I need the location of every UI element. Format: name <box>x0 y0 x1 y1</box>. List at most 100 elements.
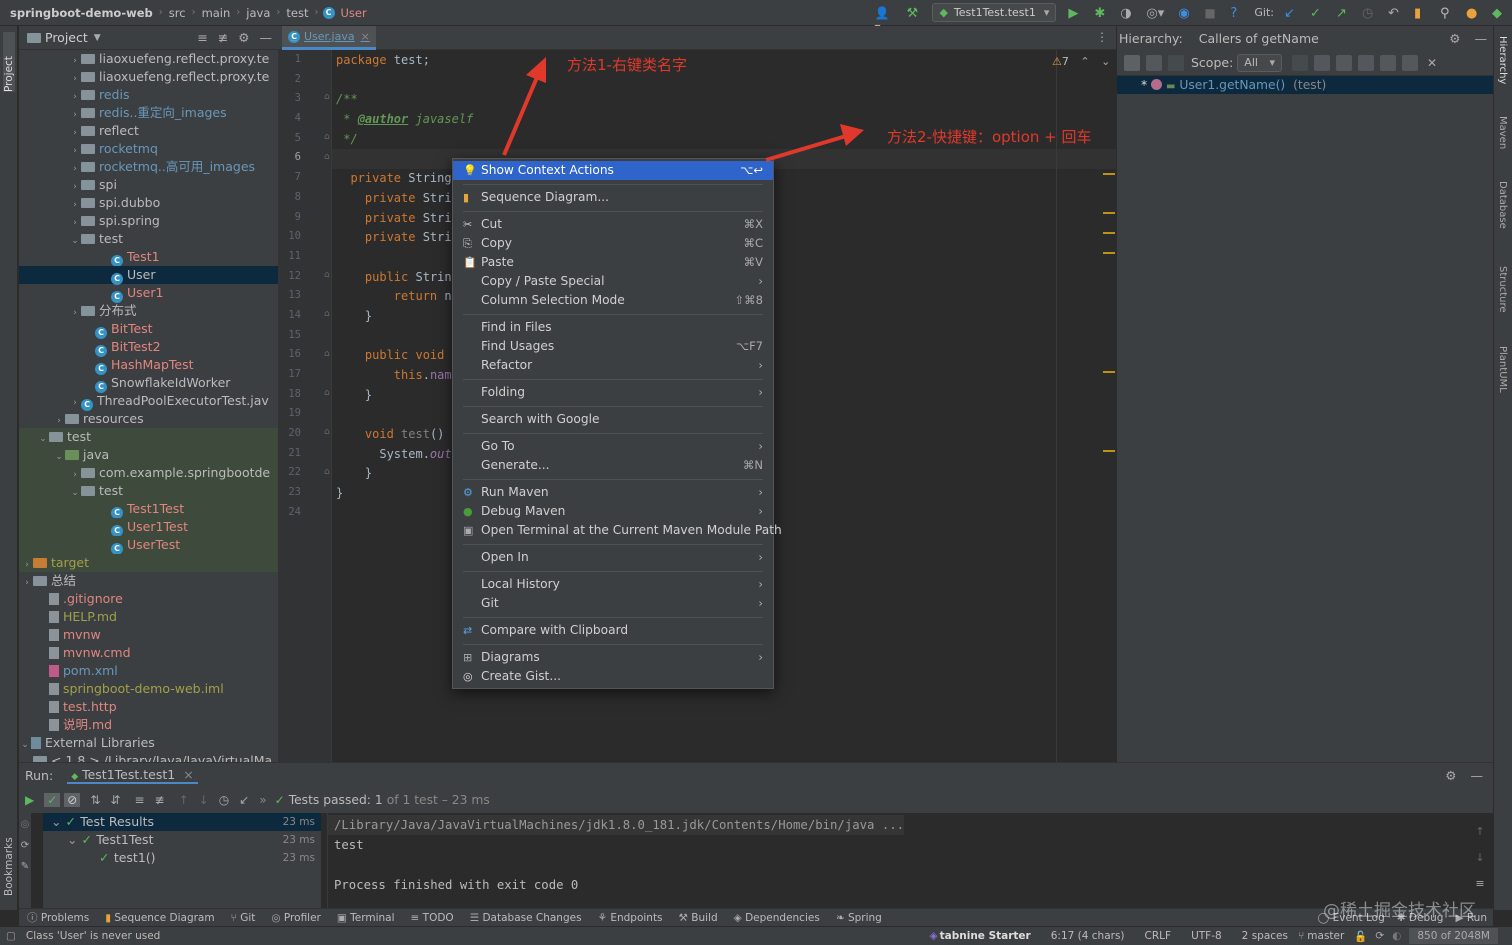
fold-marker-icon[interactable]: ⌂ <box>324 388 330 398</box>
fold-marker-icon[interactable]: ⌂ <box>324 427 330 437</box>
caret-position[interactable]: 6:17 (4 chars) <box>1051 930 1125 942</box>
tree-item[interactable]: ⌄ test <box>19 230 278 248</box>
sort-alpha-icon[interactable]: ⇅ <box>90 793 100 807</box>
next-icon[interactable]: ↓ <box>199 793 209 807</box>
tree-item[interactable]: › spi.spring <box>19 212 278 230</box>
git-commit-icon[interactable]: ✓ <box>1310 6 1324 21</box>
debug-icon[interactable]: ✱ <box>1094 6 1108 21</box>
tool-window-button[interactable]: ⓘ Problems <box>27 910 89 925</box>
structure-tool-tab[interactable]: Structure <box>1497 266 1508 313</box>
export-icon[interactable] <box>1313 54 1330 71</box>
status-panel-icon[interactable]: ▢ <box>6 930 16 942</box>
tree-item[interactable]: .gitignore <box>19 590 278 608</box>
breadcrumb-main[interactable]: main <box>196 6 237 20</box>
git-history-icon[interactable]: ◷ <box>1362 6 1376 21</box>
debug-icon[interactable]: ⟳ <box>19 840 31 851</box>
expand-arrow-icon[interactable]: ⌄ <box>51 814 65 829</box>
tree-item[interactable]: ⌄ External Libraries <box>19 734 278 752</box>
tree-item[interactable]: test.http <box>19 698 278 716</box>
fold-marker-icon[interactable]: ⌂ <box>324 132 330 142</box>
plugin-icon[interactable]: ◆ <box>1492 6 1506 21</box>
chevron-down-icon[interactable]: ⌄ <box>1101 55 1110 68</box>
tree-item[interactable]: › spi <box>19 176 278 194</box>
fold-marker-icon[interactable]: ⌂ <box>324 467 330 477</box>
menu-item[interactable]: Git › <box>453 594 773 613</box>
run-icon[interactable]: ▶ <box>1068 6 1082 21</box>
wrench-icon[interactable]: ✎ <box>19 861 31 872</box>
git-rollback-icon[interactable]: ↶ <box>1388 6 1402 21</box>
history-icon[interactable]: ◷ <box>219 793 229 807</box>
show-ignored-icon[interactable]: ⊘ <box>64 793 81 807</box>
tree-item[interactable]: C User1Test <box>19 518 278 537</box>
tool-window-button[interactable]: ⑂ Git <box>231 912 256 924</box>
open-icon[interactable] <box>1401 54 1418 71</box>
test-result-row[interactable]: ✓ test1() 23 ms <box>43 849 321 867</box>
expand-all-icon[interactable]: ≡ <box>197 30 207 45</box>
help-icon[interactable]: ? <box>1230 6 1244 21</box>
coverage-icon[interactable]: ◑ <box>1120 6 1134 21</box>
hammer-icon[interactable]: ⚒ <box>906 6 920 21</box>
breadcrumb-project[interactable]: springboot-demo-web <box>0 6 159 20</box>
menu-item[interactable]: Go To › <box>453 437 773 456</box>
menu-item[interactable]: Local History › <box>453 575 773 594</box>
tree-item[interactable]: › target <box>19 554 278 572</box>
rerun-icon[interactable]: ▶ <box>25 793 34 807</box>
tool-window-button[interactable]: ☰ Database Changes <box>470 912 582 924</box>
test-result-row[interactable]: ⌄ ✓ Test Results 23 ms <box>43 813 321 831</box>
line-separator[interactable]: CRLF <box>1145 930 1172 942</box>
import-icon[interactable]: ↙ <box>239 793 249 807</box>
project-title[interactable]: Project <box>45 30 88 45</box>
menu-item[interactable]: 💡 Show Context Actions ⌥↩ <box>453 161 773 180</box>
tree-item[interactable]: › C ThreadPoolExecutorTest.jav <box>19 392 278 411</box>
warning-mark[interactable] <box>1103 450 1115 452</box>
tree-item[interactable]: C SnowflakeIdWorker <box>19 374 278 393</box>
collapse-all-icon[interactable]: ≢ <box>218 30 228 45</box>
inspection-widget[interactable]: ⚠7 ⌃ ⌄ <box>1052 55 1110 68</box>
tree-item[interactable]: 说明.md <box>19 716 278 734</box>
tree-item[interactable]: › liaoxuefeng.reflect.proxy.te <box>19 68 278 86</box>
warning-mark[interactable] <box>1103 371 1115 373</box>
tree-item[interactable]: › 总结 <box>19 572 278 590</box>
menu-item[interactable]: Open In › <box>453 548 773 567</box>
menu-item[interactable]: ⎘ Copy ⌘C <box>453 234 773 253</box>
tree-item[interactable]: › com.example.springbootde <box>19 464 278 482</box>
tree-item[interactable]: C BitTest <box>19 320 278 339</box>
tree-item[interactable]: HELP.md <box>19 608 278 626</box>
tabnine-label[interactable]: tabnine Starter <box>940 930 1031 942</box>
scope-select[interactable]: All ▾ <box>1237 53 1282 72</box>
bookmarks-tool-tab[interactable]: Bookmarks <box>3 826 15 896</box>
tree-item[interactable]: › liaoxuefeng.reflect.proxy.te <box>19 50 278 68</box>
database-tool-tab[interactable]: Database <box>1497 181 1508 229</box>
gear-icon[interactable]: ⚙ <box>1449 31 1460 46</box>
user-icon[interactable]: 👤▾ <box>874 6 894 34</box>
breadcrumb-test[interactable]: test <box>280 6 314 20</box>
tree-item[interactable]: C BitTest2 <box>19 338 278 357</box>
warning-mark[interactable] <box>1103 173 1115 175</box>
fold-marker-icon[interactable]: ⌂ <box>324 349 330 359</box>
menu-item[interactable]: Generate... ⌘N <box>453 456 773 475</box>
callers-icon[interactable] <box>1124 54 1140 71</box>
gear-icon[interactable]: ⚙ <box>238 30 249 45</box>
expand-arrow-icon[interactable]: ⌄ <box>67 832 81 847</box>
breadcrumb-user[interactable]: User <box>339 6 373 20</box>
menu-item[interactable]: ⇄ Compare with Clipboard <box>453 621 773 640</box>
warning-mark[interactable] <box>1103 232 1115 234</box>
menu-item[interactable]: Column Selection Mode ⇧⌘8 <box>453 291 773 310</box>
tool-window-button[interactable]: ◎ Profiler <box>271 912 320 924</box>
tree-item[interactable]: C User1 <box>19 284 278 303</box>
expand-arrow-icon[interactable]: ⌄ <box>21 754 33 762</box>
stop-icon[interactable]: ■ <box>1204 6 1218 20</box>
close-icon[interactable]: ✕ <box>1427 56 1437 70</box>
tree-item[interactable]: › redis..重定向_images <box>19 104 278 122</box>
sequence-diagram-icon[interactable]: ▮ <box>1414 6 1428 21</box>
tree-item[interactable]: mvnw.cmd <box>19 644 278 662</box>
menu-item[interactable]: ✂ Cut ⌘X <box>453 215 773 234</box>
menu-item[interactable]: Copy / Paste Special › <box>453 272 773 291</box>
minimize-icon[interactable]: — <box>1475 31 1488 46</box>
previous-icon[interactable]: ↑ <box>179 793 189 807</box>
tree-item[interactable]: C Test1Test <box>19 500 278 519</box>
tree-item[interactable]: C HashMapTest <box>19 356 278 375</box>
breadcrumb-src[interactable]: src <box>163 6 192 20</box>
fold-marker-icon[interactable]: ⌂ <box>324 270 330 280</box>
tool-window-button[interactable]: ❧ Spring <box>836 912 882 924</box>
